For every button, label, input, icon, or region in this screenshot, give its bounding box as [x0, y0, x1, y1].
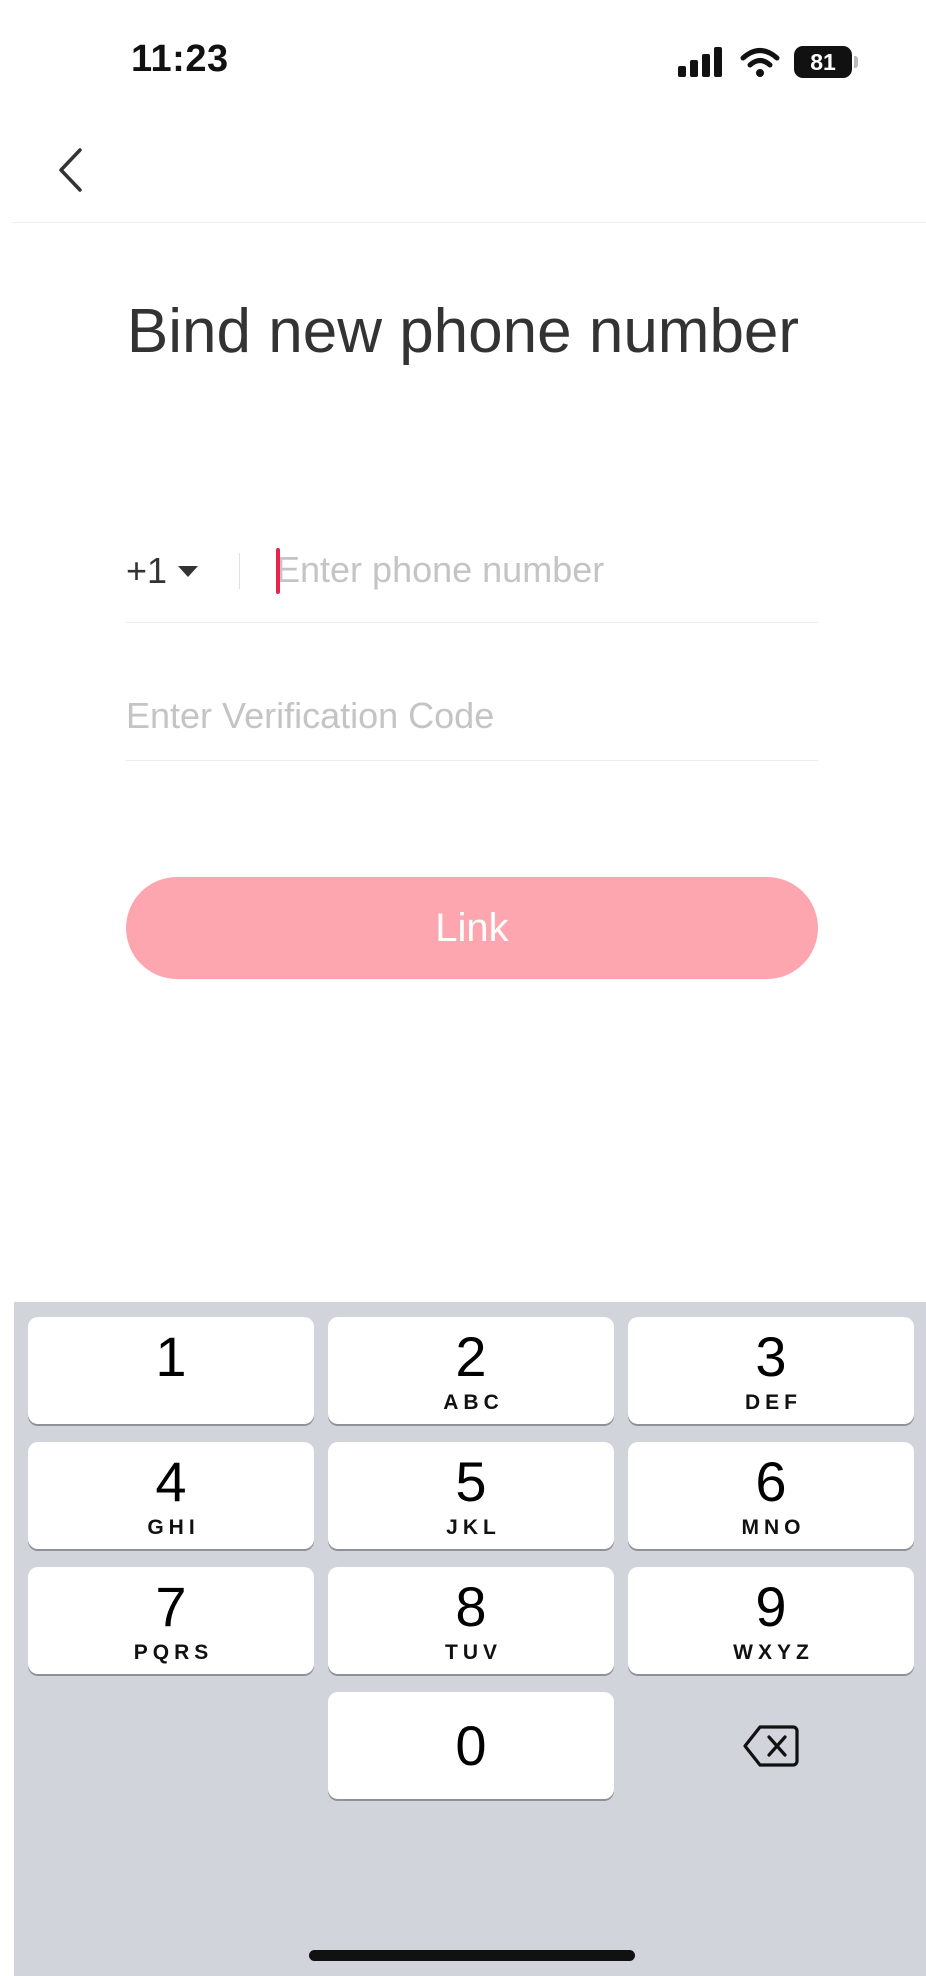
cellular-signal-icon [678, 47, 722, 77]
key-digit: 4 [155, 1450, 187, 1513]
delete-key[interactable] [628, 1692, 914, 1799]
key-digit: 8 [455, 1575, 487, 1638]
key-digit: 0 [455, 1714, 487, 1777]
key-6[interactable]: 6 MNO [628, 1442, 914, 1549]
status-bar: 11:23 81 [0, 0, 926, 120]
verification-code-row [126, 676, 818, 761]
key-letters: MNO [741, 1516, 806, 1539]
key-letters: PQRS [133, 1641, 214, 1664]
key-letters: WXYZ [733, 1641, 814, 1664]
phone-number-input[interactable] [276, 540, 806, 600]
key-0[interactable]: 0 [328, 1692, 614, 1799]
key-digit: 3 [755, 1325, 787, 1388]
phone-row: +1 [126, 536, 818, 623]
key-digit: 5 [455, 1450, 487, 1513]
key-9[interactable]: 9 WXYZ [628, 1567, 914, 1674]
key-digit: 1 [155, 1325, 187, 1388]
key-letters: ABC [443, 1391, 504, 1414]
country-code-label: +1 [126, 550, 168, 591]
country-code-separator [239, 553, 240, 589]
key-5[interactable]: 5 JKL [328, 1442, 614, 1549]
key-digit: 7 [155, 1575, 187, 1638]
battery-icon: 81 [794, 46, 858, 78]
battery-level: 81 [810, 48, 836, 75]
key-4[interactable]: 4 GHI [28, 1442, 314, 1549]
chevron-left-icon [59, 148, 82, 192]
key-digit: 9 [755, 1575, 787, 1638]
key-2[interactable]: 2 ABC [328, 1317, 614, 1424]
page-title: Bind new phone number [126, 297, 800, 366]
key-digit: 6 [755, 1450, 787, 1513]
key-letters: TUV [445, 1641, 502, 1664]
key-1[interactable]: 1 [28, 1317, 314, 1424]
key-8[interactable]: 8 TUV [328, 1567, 614, 1674]
header-divider [12, 222, 926, 223]
key-digit: 2 [455, 1325, 487, 1388]
status-icons: 81 [678, 46, 858, 78]
text-cursor [276, 548, 280, 594]
numeric-keyboard: 1 2 ABC 3 DEF 4 GHI 5 JKL 6 MNO 7 PQRS 8… [14, 1302, 926, 1976]
wifi-icon [740, 48, 780, 77]
key-letters: GHI [147, 1516, 200, 1539]
verification-code-input[interactable] [126, 686, 806, 746]
key-7[interactable]: 7 PQRS [28, 1567, 314, 1674]
home-indicator[interactable] [309, 1950, 635, 1961]
key-3[interactable]: 3 DEF [628, 1317, 914, 1424]
caret-down-icon [178, 566, 199, 577]
backspace-icon [743, 1724, 799, 1767]
back-button[interactable] [40, 140, 100, 200]
country-code-selector[interactable]: +1 [126, 546, 199, 596]
key-letters: DEF [745, 1391, 802, 1414]
key-letters: JKL [446, 1516, 501, 1539]
link-button[interactable]: Link [126, 877, 818, 979]
status-time: 11:23 [131, 38, 229, 80]
